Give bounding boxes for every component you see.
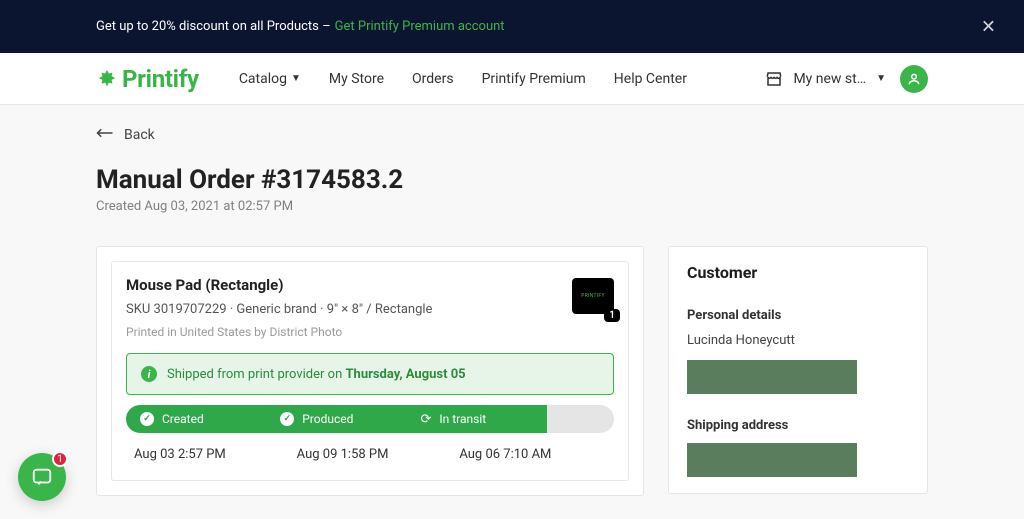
page-subtitle: Created Aug 03, 2021 at 02:57 PM	[96, 199, 928, 214]
product-title: Mouse Pad (Rectangle)	[126, 276, 432, 294]
nav-links: Catalog ▼ My Store Orders Printify Premi…	[239, 71, 687, 87]
logo-text: Printify	[122, 65, 199, 93]
customer-card: Customer Personal details Lucinda Honeyc…	[668, 246, 928, 494]
shipping-address-label: Shipping address	[687, 418, 909, 433]
redacted-shipping	[687, 443, 857, 477]
nav-help[interactable]: Help Center	[614, 71, 687, 87]
announcement-bar: Get up to 20% discount on all Products –…	[0, 0, 1024, 53]
check-icon: ✓	[140, 412, 154, 426]
product-thumbnail[interactable]: PRINTIFY 1	[572, 278, 614, 314]
ts-transit: Aug 06 7:10 AM	[451, 443, 614, 466]
store-icon	[765, 70, 783, 88]
product-meta: SKU 3019707229 · Generic brand · 9" × 8"…	[126, 302, 432, 317]
logo-icon	[96, 68, 118, 90]
notification-badge: 1	[52, 451, 68, 467]
info-icon: i	[141, 366, 157, 382]
avatar[interactable]	[900, 65, 928, 93]
close-icon[interactable]: ✕	[981, 16, 996, 37]
progress-transit: ⟳ In transit	[406, 405, 546, 433]
sync-icon: ⟳	[420, 412, 431, 427]
customer-name: Lucinda Honeycutt	[687, 333, 909, 348]
customer-title: Customer	[687, 263, 909, 282]
shipping-text: Shipped from print provider on Thursday,…	[167, 367, 466, 382]
product-print-info: Printed in United States by District Pho…	[126, 325, 432, 339]
chevron-down-icon: ▼	[291, 73, 301, 84]
navbar: Printify Catalog ▼ My Store Orders Print…	[0, 53, 1024, 105]
back-label: Back	[124, 127, 155, 143]
check-icon: ✓	[280, 412, 294, 426]
timestamps: Aug 03 2:57 PM Aug 09 1:58 PM Aug 06 7:1…	[126, 443, 614, 466]
page-title: Manual Order #3174583.2	[96, 165, 928, 195]
announcement-link[interactable]: Get Printify Premium account	[335, 19, 505, 34]
progress-bar: ✓ Created ✓ Produced ⟳ In transit	[126, 405, 614, 433]
progress-remaining	[547, 405, 614, 433]
progress-created: ✓ Created	[126, 405, 266, 433]
page: Back Manual Order #3174583.2 Created Aug…	[0, 105, 1024, 496]
logo[interactable]: Printify	[96, 65, 199, 93]
redacted-personal	[687, 360, 857, 394]
store-selector[interactable]: My new st… ▼	[765, 70, 886, 88]
arrow-left-icon	[96, 127, 114, 143]
intercom-button[interactable]: 1	[18, 453, 66, 501]
chevron-down-icon: ▼	[876, 73, 886, 84]
store-name: My new st…	[793, 71, 866, 87]
order-card: Mouse Pad (Rectangle) SKU 3019707229 · G…	[96, 246, 644, 496]
ts-created: Aug 03 2:57 PM	[126, 443, 289, 466]
nav-catalog[interactable]: Catalog ▼	[239, 71, 301, 87]
ts-produced: Aug 09 1:58 PM	[289, 443, 452, 466]
nav-right: My new st… ▼	[765, 65, 928, 93]
nav-mystore[interactable]: My Store	[329, 71, 384, 87]
back-button[interactable]: Back	[96, 127, 928, 143]
quantity-badge: 1	[604, 309, 620, 322]
nav-catalog-label: Catalog	[239, 71, 287, 87]
nav-orders[interactable]: Orders	[412, 71, 454, 87]
nav-premium[interactable]: Printify Premium	[482, 71, 586, 87]
announcement-text: Get up to 20% discount on all Products –	[96, 19, 331, 34]
shipping-banner: i Shipped from print provider on Thursda…	[126, 353, 614, 395]
thumbnail-brand: PRINTIFY	[581, 293, 605, 299]
progress-produced: ✓ Produced	[266, 405, 406, 433]
personal-details-label: Personal details	[687, 308, 909, 323]
product-box: Mouse Pad (Rectangle) SKU 3019707229 · G…	[111, 261, 629, 481]
